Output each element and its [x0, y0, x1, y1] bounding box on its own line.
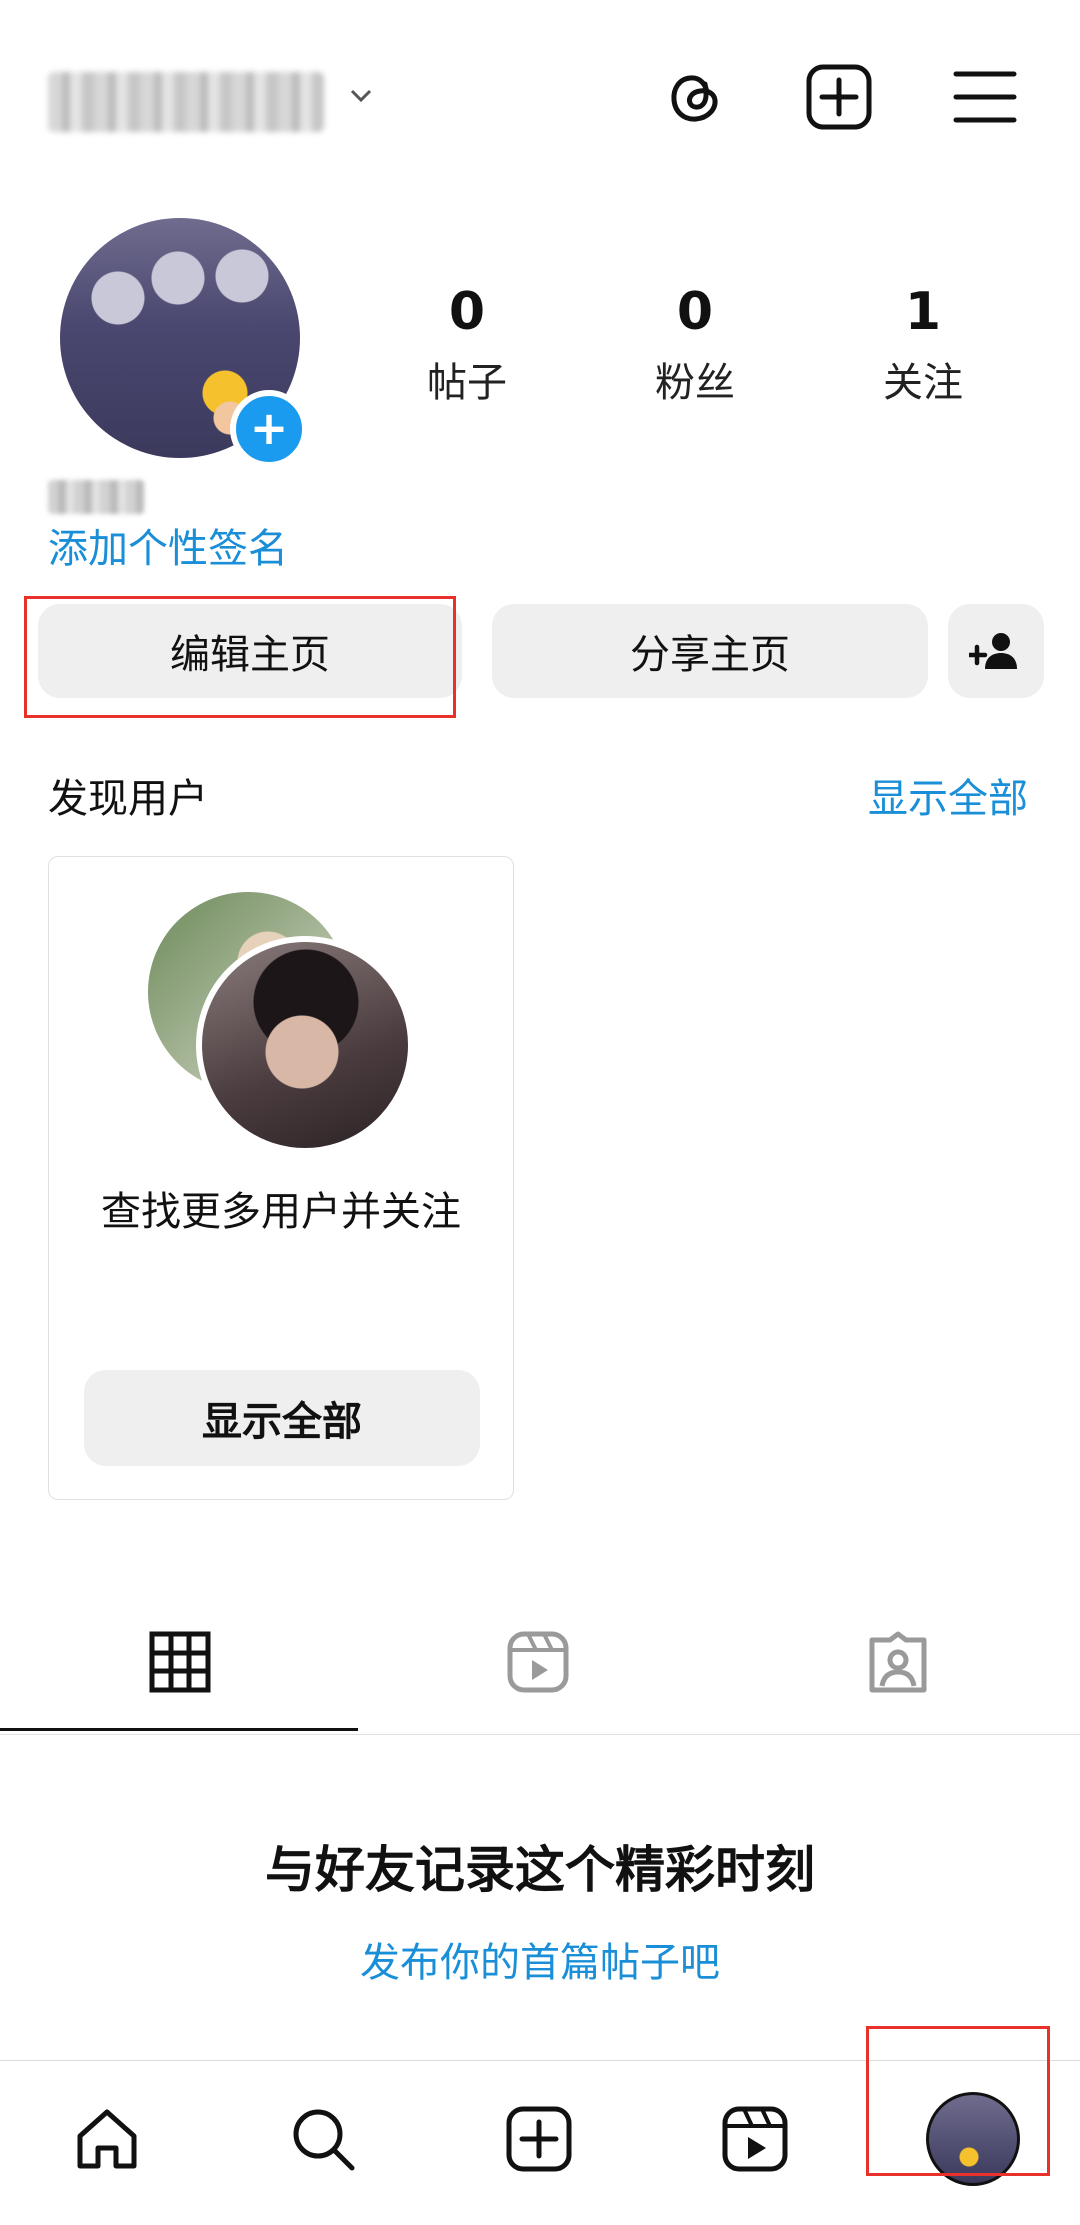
- tab-divider: [0, 1734, 1080, 1735]
- reels-nav-icon[interactable]: [720, 2104, 790, 2174]
- suggested-user-photo: [196, 936, 414, 1154]
- posts-count[interactable]: 0: [392, 282, 542, 342]
- highlight-box: [866, 2026, 1050, 2176]
- menu-icon[interactable]: [950, 62, 1020, 132]
- discover-people-button[interactable]: [948, 604, 1044, 698]
- followers-count[interactable]: 0: [620, 282, 770, 342]
- search-icon[interactable]: [288, 2104, 358, 2174]
- reels-icon[interactable]: [506, 1630, 570, 1694]
- empty-state-title: 与好友记录这个精彩时刻: [265, 1841, 815, 1899]
- followers-label[interactable]: 粉丝: [620, 350, 770, 408]
- username-masked[interactable]: [48, 72, 324, 132]
- active-tab-indicator: [0, 1728, 358, 1731]
- following-label[interactable]: 关注: [848, 350, 998, 408]
- add-bio-link[interactable]: 添加个性签名: [48, 516, 288, 574]
- highlight-box: [24, 596, 456, 718]
- chevron-down-icon[interactable]: [348, 82, 374, 108]
- following-count[interactable]: 1: [848, 282, 998, 342]
- posts-label[interactable]: 帖子: [392, 350, 542, 408]
- add-person-icon: [969, 633, 1017, 669]
- discover-title: 发现用户: [48, 776, 208, 822]
- create-post-icon[interactable]: [804, 62, 874, 132]
- card-show-all-button[interactable]: 显示全部: [84, 1370, 480, 1466]
- tagged-icon[interactable]: [866, 1630, 930, 1694]
- suggestion-text: 查找更多用户并关注: [101, 1189, 461, 1235]
- first-post-link[interactable]: 发布你的首篇帖子吧: [0, 1930, 1080, 1988]
- home-icon[interactable]: [72, 2104, 142, 2174]
- add-story-icon[interactable]: +: [230, 390, 308, 468]
- share-profile-button[interactable]: 分享主页: [492, 604, 928, 698]
- threads-icon[interactable]: [660, 62, 730, 132]
- show-all-link[interactable]: 显示全部: [868, 766, 1028, 824]
- display-name-masked: [48, 480, 144, 514]
- grid-icon[interactable]: [148, 1630, 212, 1694]
- create-icon[interactable]: [504, 2104, 574, 2174]
